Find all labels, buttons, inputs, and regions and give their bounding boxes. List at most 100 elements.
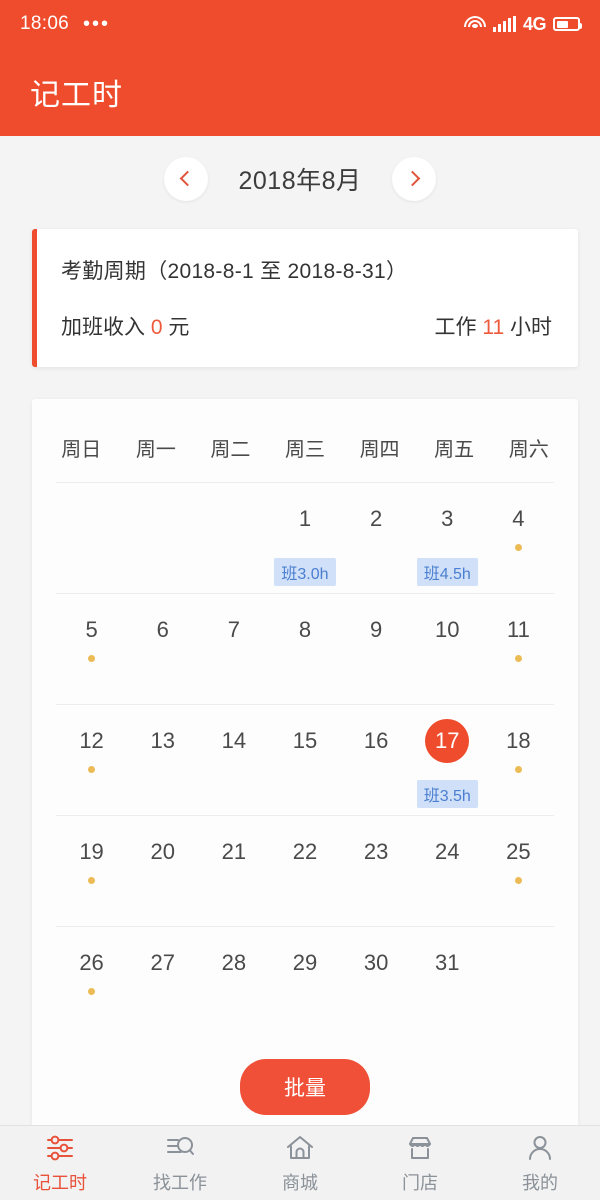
bottom-nav-item-门店[interactable]: 门店: [360, 1132, 480, 1195]
calendar-day-cell-3[interactable]: 3 班4.5h: [412, 497, 483, 593]
network-type-label: 4G: [522, 13, 547, 34]
day-number: 24: [435, 839, 460, 864]
day-marker-dot-icon: [514, 877, 522, 884]
day-marker-dot-icon: [514, 544, 522, 551]
calendar-day-cell-29[interactable]: 29: [269, 941, 340, 1037]
calendar-day-cell-16[interactable]: 16: [341, 719, 412, 815]
chevron-left-icon: [180, 170, 196, 187]
calendar-day-cell-18[interactable]: 18: [483, 719, 554, 815]
overtime-income-value: 0: [150, 316, 163, 339]
day-number: [496, 941, 540, 985]
day-number: 31: [435, 950, 460, 975]
person-icon: [525, 1132, 555, 1165]
calendar-week-row: 26 27 28 29 30 31: [56, 926, 554, 1037]
next-month-button[interactable]: [391, 156, 436, 201]
day-number: 9: [370, 617, 383, 642]
calendar-day-cell-5[interactable]: 5: [56, 608, 127, 704]
bottom-nav-label: 记工时: [33, 1172, 87, 1193]
attendance-period-label: 考勤周期（2018-8-1 至 2018-8-31）: [61, 260, 408, 283]
calendar-day-cell-21[interactable]: 21: [198, 830, 269, 926]
calendar-day-cell-27[interactable]: 27: [127, 941, 198, 1037]
calendar-day-cell-empty: [56, 497, 127, 593]
calendar-day-cell-24[interactable]: 24: [412, 830, 483, 926]
calendar-day-cell-1[interactable]: 1 班3.0h: [269, 497, 340, 593]
day-number: 11: [507, 617, 530, 642]
signal-bars-icon: [492, 16, 516, 32]
month-navigation: 2018年8月: [0, 136, 600, 221]
calendar-day-cell-28[interactable]: 28: [198, 941, 269, 1037]
day-number: 21: [221, 839, 247, 864]
day-number: [70, 497, 114, 541]
calendar-day-cell-17[interactable]: 17 班3.5h: [412, 719, 483, 815]
chevron-right-icon: [404, 170, 420, 187]
calendar-day-cell-10[interactable]: 10: [412, 608, 483, 704]
day-number: 17: [425, 719, 470, 763]
day-number: 19: [79, 839, 104, 864]
bottom-nav-item-找工作[interactable]: 找工作: [120, 1132, 240, 1195]
bottom-nav-item-我的[interactable]: 我的: [480, 1132, 600, 1195]
calendar-day-cell-25[interactable]: 25: [483, 830, 554, 926]
weekday-label-4: 周四: [359, 439, 400, 461]
calendar-weekday-header: 周日 周一 周二 周三 周四 周五 周六: [32, 417, 578, 482]
calendar-day-cell-8[interactable]: 8: [269, 608, 340, 704]
calendar-day-cell-12[interactable]: 12: [56, 719, 127, 815]
day-number: 15: [292, 728, 318, 753]
bottom-nav-item-记工时[interactable]: 记工时: [0, 1132, 120, 1195]
day-marker-dot-icon: [88, 766, 96, 773]
calendar-day-cell-9[interactable]: 9: [341, 608, 412, 704]
day-number: 28: [221, 950, 247, 975]
job-search-icon: [165, 1132, 195, 1165]
calendar-day-cell-empty: [483, 941, 554, 1037]
day-number: 12: [79, 728, 104, 753]
prev-month-button[interactable]: [164, 156, 209, 201]
shift-hours-badge: 班4.5h: [416, 558, 478, 586]
calendar-day-cell-4[interactable]: 4: [483, 497, 554, 593]
weekday-label-5: 周五: [434, 439, 475, 461]
calendar-day-cell-26[interactable]: 26: [56, 941, 127, 1037]
calendar-day-cell-30[interactable]: 30: [341, 941, 412, 1037]
calendar-day-cell-19[interactable]: 19: [56, 830, 127, 926]
summary-metrics-row: 加班收入 0 元 工作 11 小时: [61, 311, 552, 341]
day-number: 5: [85, 617, 98, 642]
shift-hours-badge: 班3.0h: [274, 558, 336, 586]
calendar-week-row: 1 班3.0h 2 3 班4.5h 4: [56, 482, 554, 593]
overtime-income-metric: 加班收入 0 元: [61, 311, 189, 341]
calendar-day-cell-13[interactable]: 13: [127, 719, 198, 815]
day-marker-dot-icon: [88, 655, 96, 662]
battery-icon: [553, 17, 582, 31]
overtime-income-suffix: 元: [168, 316, 190, 339]
calendar-day-cell-15[interactable]: 15: [269, 719, 340, 815]
day-number: 10: [435, 617, 460, 642]
day-number: 1: [298, 506, 312, 531]
day-number: 16: [363, 728, 389, 753]
day-number: 26: [79, 950, 104, 975]
calendar-day-cell-23[interactable]: 23: [341, 830, 412, 926]
calendar-day-cell-empty: [198, 497, 269, 593]
work-hours-prefix: 工作: [434, 316, 477, 339]
calendar-day-cell-22[interactable]: 22: [269, 830, 340, 926]
status-time: 18:06: [20, 13, 70, 34]
batch-button[interactable]: 批量: [240, 1059, 370, 1115]
calendar-day-cell-31[interactable]: 31: [412, 941, 483, 1037]
calendar-day-cell-2[interactable]: 2: [341, 497, 412, 593]
calendar-day-cell-11[interactable]: 11: [483, 608, 554, 704]
calendar-day-cell-20[interactable]: 20: [127, 830, 198, 926]
batch-action-area: 批量: [32, 1059, 578, 1115]
calendar-card: 周日 周一 周二 周三 周四 周五 周六 1 班3.0h 2 3 班4.5h 4 5 6 7 8 9 10 11 12…: [32, 399, 578, 1139]
day-number: 25: [506, 839, 531, 864]
calendar-day-cell-7[interactable]: 7: [198, 608, 269, 704]
weekday-label-1: 周一: [135, 439, 176, 461]
day-number: 13: [150, 728, 175, 753]
bottom-nav-item-商城[interactable]: 商城: [240, 1132, 360, 1195]
bottom-navigation-bar: 记工时 找工作 商城 门店 我的: [0, 1125, 600, 1200]
calendar-week-row: 12 13 14 15 16 17 班3.5h 18: [56, 704, 554, 815]
calendar-day-cell-6[interactable]: 6: [127, 608, 198, 704]
calendar-day-cell-14[interactable]: 14: [198, 719, 269, 815]
calendar-week-row: 19 20 21 22 23 24 25: [56, 815, 554, 926]
attendance-summary-card: 考勤周期（2018-8-1 至 2018-8-31） 加班收入 0 元 工作 1…: [32, 229, 578, 367]
calendar-week-row: 5 6 7 8 9 10 11: [56, 593, 554, 704]
day-number: 18: [506, 728, 531, 753]
work-hours-suffix: 小时: [510, 316, 552, 339]
shift-hours-badge: 班3.5h: [416, 780, 478, 808]
day-number: 7: [227, 617, 240, 642]
